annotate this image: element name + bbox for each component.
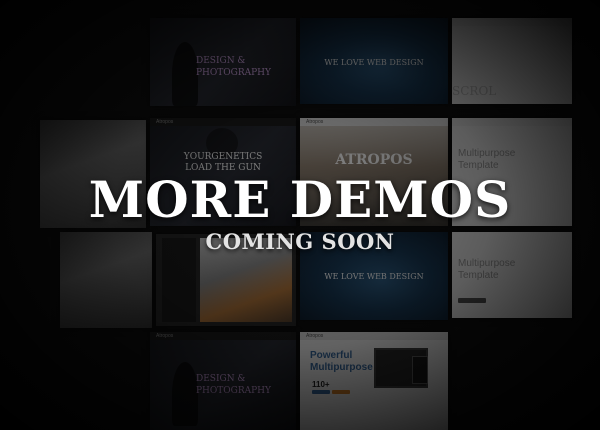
- demo-preview-stage: DESIGN & PHOTOGRAPHY WE LOVE WEB DESIGN …: [0, 0, 600, 430]
- subline-coming-soon: COMING SOON: [205, 229, 395, 254]
- coming-soon-overlay: MORE DEMOS COMING SOON: [0, 0, 600, 430]
- headline-more-demos: MORE DEMOS: [88, 170, 512, 229]
